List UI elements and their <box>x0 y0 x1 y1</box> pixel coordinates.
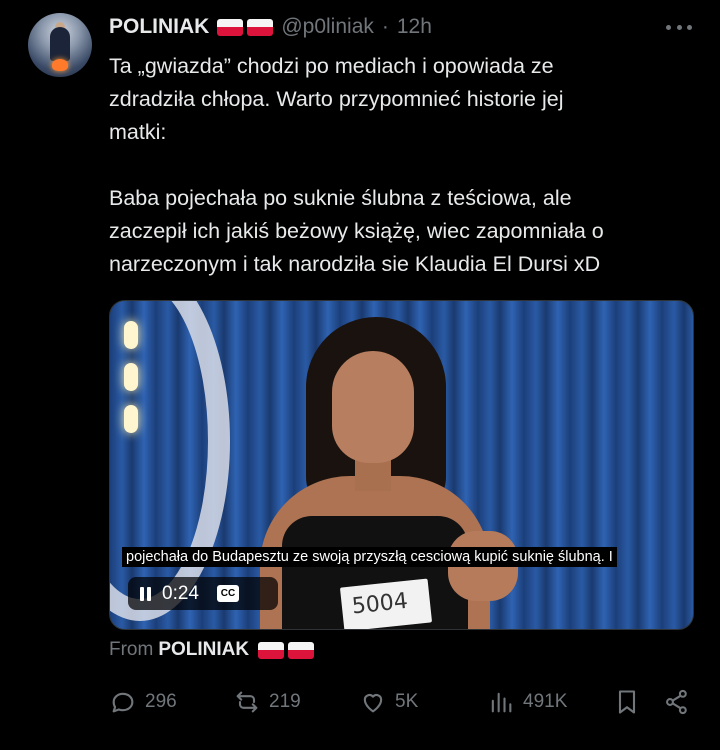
reply-count: 296 <box>145 691 177 712</box>
tweet-text-line: narzeczonym i tak narodziła sie Klaudia … <box>109 252 601 276</box>
repost-count: 219 <box>269 691 301 712</box>
source-name[interactable]: POLINIAK <box>158 639 249 661</box>
video-caption: pojechała do Budapesztu ze swoją przyszł… <box>122 547 617 567</box>
number-tag: 5004 <box>339 578 433 629</box>
poland-flags <box>217 18 274 36</box>
separator-dot: · <box>381 15 389 38</box>
closed-captions-icon[interactable]: CC <box>216 585 239 602</box>
video-controls: 0:24 CC <box>128 577 278 610</box>
video-player[interactable]: 5004 pojechała do Budapesztu ze swoją pr… <box>109 300 694 630</box>
author-name[interactable]: POLINIAK <box>109 15 209 39</box>
share-icon <box>666 689 687 715</box>
reply-icon <box>112 692 134 713</box>
poland-flag-icon <box>247 18 274 36</box>
poland-flag-icon <box>288 641 315 659</box>
tweet-text-line: Ta „gwiazda” chodzi po mediach i opowiad… <box>109 54 554 78</box>
more-icon[interactable] <box>666 18 692 36</box>
person-face <box>332 351 414 463</box>
share-button[interactable] <box>663 686 691 718</box>
tweet-text-line: zaczepił ich jakiś beżowy książę, wiec z… <box>109 219 604 243</box>
views-count: 491K <box>523 691 568 712</box>
bookmark-button[interactable] <box>613 686 641 718</box>
poland-flag-icon <box>217 18 244 36</box>
repost-icon <box>236 691 258 713</box>
views-icon <box>491 692 512 713</box>
source-attribution: From POLINIAK <box>109 638 315 662</box>
bulb <box>124 363 138 391</box>
poland-flag-icon <box>258 641 285 659</box>
author-handle[interactable]: @p0liniak <box>281 15 374 39</box>
tweet-text-line: Baba pojechała po suknie ślubna z teścio… <box>109 186 572 210</box>
number-tag-text: 5004 <box>350 588 410 620</box>
heart-icon <box>363 694 383 713</box>
tweet-text: Ta „gwiazda” chodzi po mediach i opowiad… <box>109 50 699 281</box>
avatar-figure <box>50 27 70 61</box>
tweet-header: POLINIAK @p0liniak · 12h <box>109 13 432 41</box>
like-count: 5K <box>395 691 419 712</box>
like-button[interactable]: 5K <box>359 686 418 718</box>
tweet-text-line: zdradziła chłopa. Warto przypomnieć hist… <box>109 87 564 111</box>
bulb <box>124 321 138 349</box>
reply-button[interactable]: 296 <box>109 686 177 718</box>
bookmark-icon <box>618 690 636 714</box>
tweet-time[interactable]: 12h <box>397 15 432 39</box>
source-label: From <box>109 639 154 660</box>
views-button[interactable]: 491K <box>487 686 567 718</box>
avatar-flame <box>52 59 68 71</box>
repost-button[interactable]: 219 <box>233 686 301 718</box>
poland-flags <box>258 641 315 659</box>
avatar[interactable] <box>28 13 92 77</box>
pause-icon[interactable] <box>138 586 154 602</box>
bulb <box>124 405 138 433</box>
video-time: 0:24 <box>162 582 199 604</box>
tweet-text-line: matki: <box>109 120 167 144</box>
action-bar: 296 219 5K 491K <box>109 686 694 718</box>
